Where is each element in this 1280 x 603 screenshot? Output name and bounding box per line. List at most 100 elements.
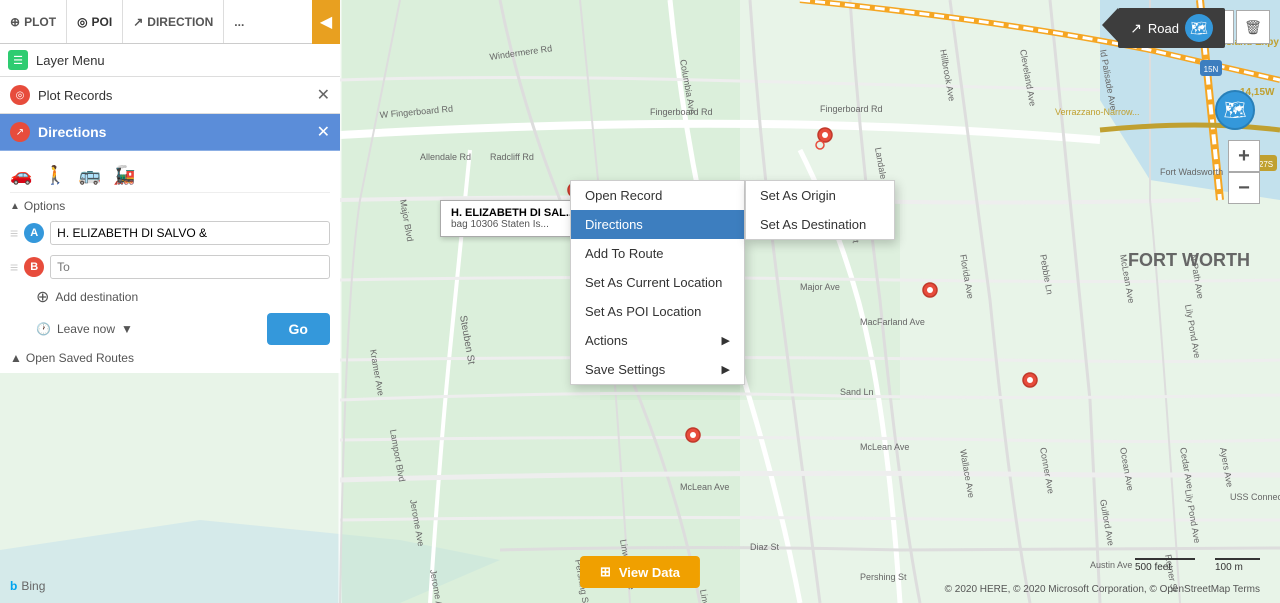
svg-text:Allendale Rd: Allendale Rd: [420, 152, 471, 162]
ctx-save-settings-label: Save Settings: [585, 362, 665, 377]
sub-ctx-set-destination[interactable]: Set As Destination: [746, 210, 894, 239]
origin-drag-handle[interactable]: ≡: [10, 225, 18, 241]
panel-collapse-arrow[interactable]: ◀: [312, 0, 340, 44]
origin-input[interactable]: [50, 221, 330, 245]
ctx-open-record[interactable]: Open Record: [571, 181, 744, 210]
svg-text:McLean Ave: McLean Ave: [680, 482, 729, 492]
origin-letter-badge: A: [24, 223, 44, 243]
more-label: ...: [234, 15, 244, 29]
sub-ctx-set-destination-label: Set As Destination: [760, 217, 866, 232]
sub-ctx-set-origin[interactable]: Set As Origin: [746, 181, 894, 210]
options-row[interactable]: ▲ Options: [10, 199, 330, 213]
poi-icon: ◎: [77, 15, 87, 29]
svg-text:Radcliff Rd: Radcliff Rd: [490, 152, 534, 162]
ctx-set-poi-location[interactable]: Set As POI Location: [571, 297, 744, 326]
open-saved-arrow-icon: ▲: [10, 351, 22, 365]
svg-text:Fingerboard Rd: Fingerboard Rd: [820, 104, 883, 114]
svg-text:Pershing St: Pershing St: [860, 572, 907, 582]
delete-button[interactable]: 🗑: [1236, 10, 1270, 44]
plot-icon: ⊕: [10, 15, 20, 29]
road-view-button[interactable]: ↗ Road 🗺: [1118, 8, 1225, 48]
dest-drag-handle[interactable]: ≡: [10, 259, 18, 275]
ctx-add-to-route[interactable]: Add To Route: [571, 239, 744, 268]
more-button[interactable]: ...: [224, 0, 254, 43]
zoom-in-button[interactable]: +: [1228, 140, 1260, 172]
plot-records-panel: ◎ Plot Records ✕: [0, 77, 340, 114]
zoom-out-button[interactable]: −: [1228, 172, 1260, 204]
transport-train-icon[interactable]: 🚂: [113, 165, 135, 186]
svg-text:USS Connectic...: USS Connectic...: [1230, 492, 1280, 502]
compass-button[interactable]: 🗺: [1215, 90, 1255, 130]
transport-walk-icon[interactable]: 🚶: [44, 165, 66, 186]
direction-button[interactable]: ↗ DIRECTION: [123, 0, 224, 43]
svg-text:Diaz St: Diaz St: [750, 542, 780, 552]
add-destination-row[interactable]: ⊕ Add destination: [36, 287, 330, 307]
svg-text:15N: 15N: [1204, 65, 1219, 74]
svg-text:McLean Ave: McLean Ave: [860, 442, 909, 452]
add-destination-label: Add destination: [55, 290, 138, 304]
ctx-directions[interactable]: Directions: [571, 210, 744, 239]
poi-button[interactable]: ◎ POI: [67, 0, 123, 43]
direction-nav-icon: ↗: [133, 15, 143, 29]
zoom-controls: + −: [1228, 140, 1260, 204]
plot-records-close-button[interactable]: ✕: [317, 85, 330, 105]
svg-text:Verrazzano-Narrow...: Verrazzano-Narrow...: [1055, 107, 1140, 117]
clock-icon: 🕐: [36, 322, 51, 336]
poi-label: POI: [92, 15, 113, 29]
location-popup: H. ELIZABETH DI SAL... bag 10306 Staten …: [440, 200, 586, 237]
ctx-actions[interactable]: Actions ▶: [571, 326, 744, 355]
scale-bar: 500 feet 100 m: [1135, 558, 1260, 573]
directions-close-button[interactable]: ✕: [317, 122, 330, 142]
svg-text:Fort Wadsworth: Fort Wadsworth: [1160, 167, 1223, 177]
sub-context-menu: Set As Origin Set As Destination: [745, 180, 895, 240]
ctx-open-record-label: Open Record: [585, 188, 662, 203]
scale-meters-line: [1215, 558, 1260, 560]
svg-text:Sand Ln: Sand Ln: [840, 387, 874, 397]
options-arrow-icon: ▲: [10, 201, 20, 212]
bing-icon: b: [10, 579, 17, 593]
go-button[interactable]: Go: [267, 313, 330, 345]
ctx-set-current-location-label: Set As Current Location: [585, 275, 722, 290]
scale-feet-label: 500 feet: [1135, 562, 1171, 573]
directions-icon: ↗: [10, 122, 30, 142]
svg-text:Fingerboard Rd: Fingerboard Rd: [650, 107, 713, 117]
road-btn-icon: 🗺: [1185, 14, 1213, 42]
view-data-button[interactable]: ⊞ View Data: [580, 556, 700, 588]
plot-label: PLOT: [24, 15, 56, 29]
ctx-add-to-route-label: Add To Route: [585, 246, 664, 261]
plot-button[interactable]: ⊕ PLOT: [0, 0, 67, 43]
open-saved-routes-row[interactable]: ▲ Open Saved Routes: [10, 351, 330, 365]
layer-menu-title: Layer Menu: [36, 53, 105, 68]
options-label: Options: [24, 199, 65, 213]
ctx-directions-label: Directions: [585, 217, 643, 232]
svg-text:MacFarland Ave: MacFarland Ave: [860, 317, 925, 327]
ctx-actions-arrow-icon: ▶: [722, 334, 730, 347]
destination-input[interactable]: [50, 255, 330, 279]
open-saved-routes-label: Open Saved Routes: [26, 351, 134, 365]
ctx-set-current-location[interactable]: Set As Current Location: [571, 268, 744, 297]
fort-worth-label: FORT WORTH: [1128, 250, 1250, 271]
svg-text:Austin Ave: Austin Ave: [1090, 560, 1132, 570]
table-icon: ⊞: [600, 564, 611, 580]
ctx-save-settings[interactable]: Save Settings ▶: [571, 355, 744, 384]
scale-feet-line: [1135, 558, 1195, 560]
bing-label: Bing: [21, 579, 45, 593]
bing-logo: b Bing: [10, 579, 45, 593]
context-menu: Open Record Directions Add To Route Set …: [570, 180, 745, 385]
road-btn-label: Road: [1148, 21, 1179, 36]
directions-header: ↗ Directions ✕: [0, 114, 340, 151]
destination-row: ≡ B: [10, 255, 330, 279]
popup-address: bag 10306 Staten Is...: [451, 219, 575, 230]
sub-ctx-set-origin-label: Set As Origin: [760, 188, 836, 203]
transport-bus-icon[interactable]: 🚌: [79, 165, 101, 186]
direction-label: DIRECTION: [147, 15, 213, 29]
svg-text:Major Ave: Major Ave: [800, 282, 840, 292]
leave-now-label: Leave now: [57, 322, 115, 336]
layer-menu-panel[interactable]: ☰ Layer Menu: [0, 44, 340, 77]
road-nav-icon: ↗: [1130, 20, 1142, 37]
svg-text:27S: 27S: [1259, 160, 1273, 169]
plot-records-icon: ◎: [10, 85, 30, 105]
transport-car-icon[interactable]: 🚗: [10, 165, 32, 186]
add-dest-plus-icon: ⊕: [36, 287, 49, 307]
leave-now-row[interactable]: 🕐 Leave now ▼: [36, 322, 133, 336]
